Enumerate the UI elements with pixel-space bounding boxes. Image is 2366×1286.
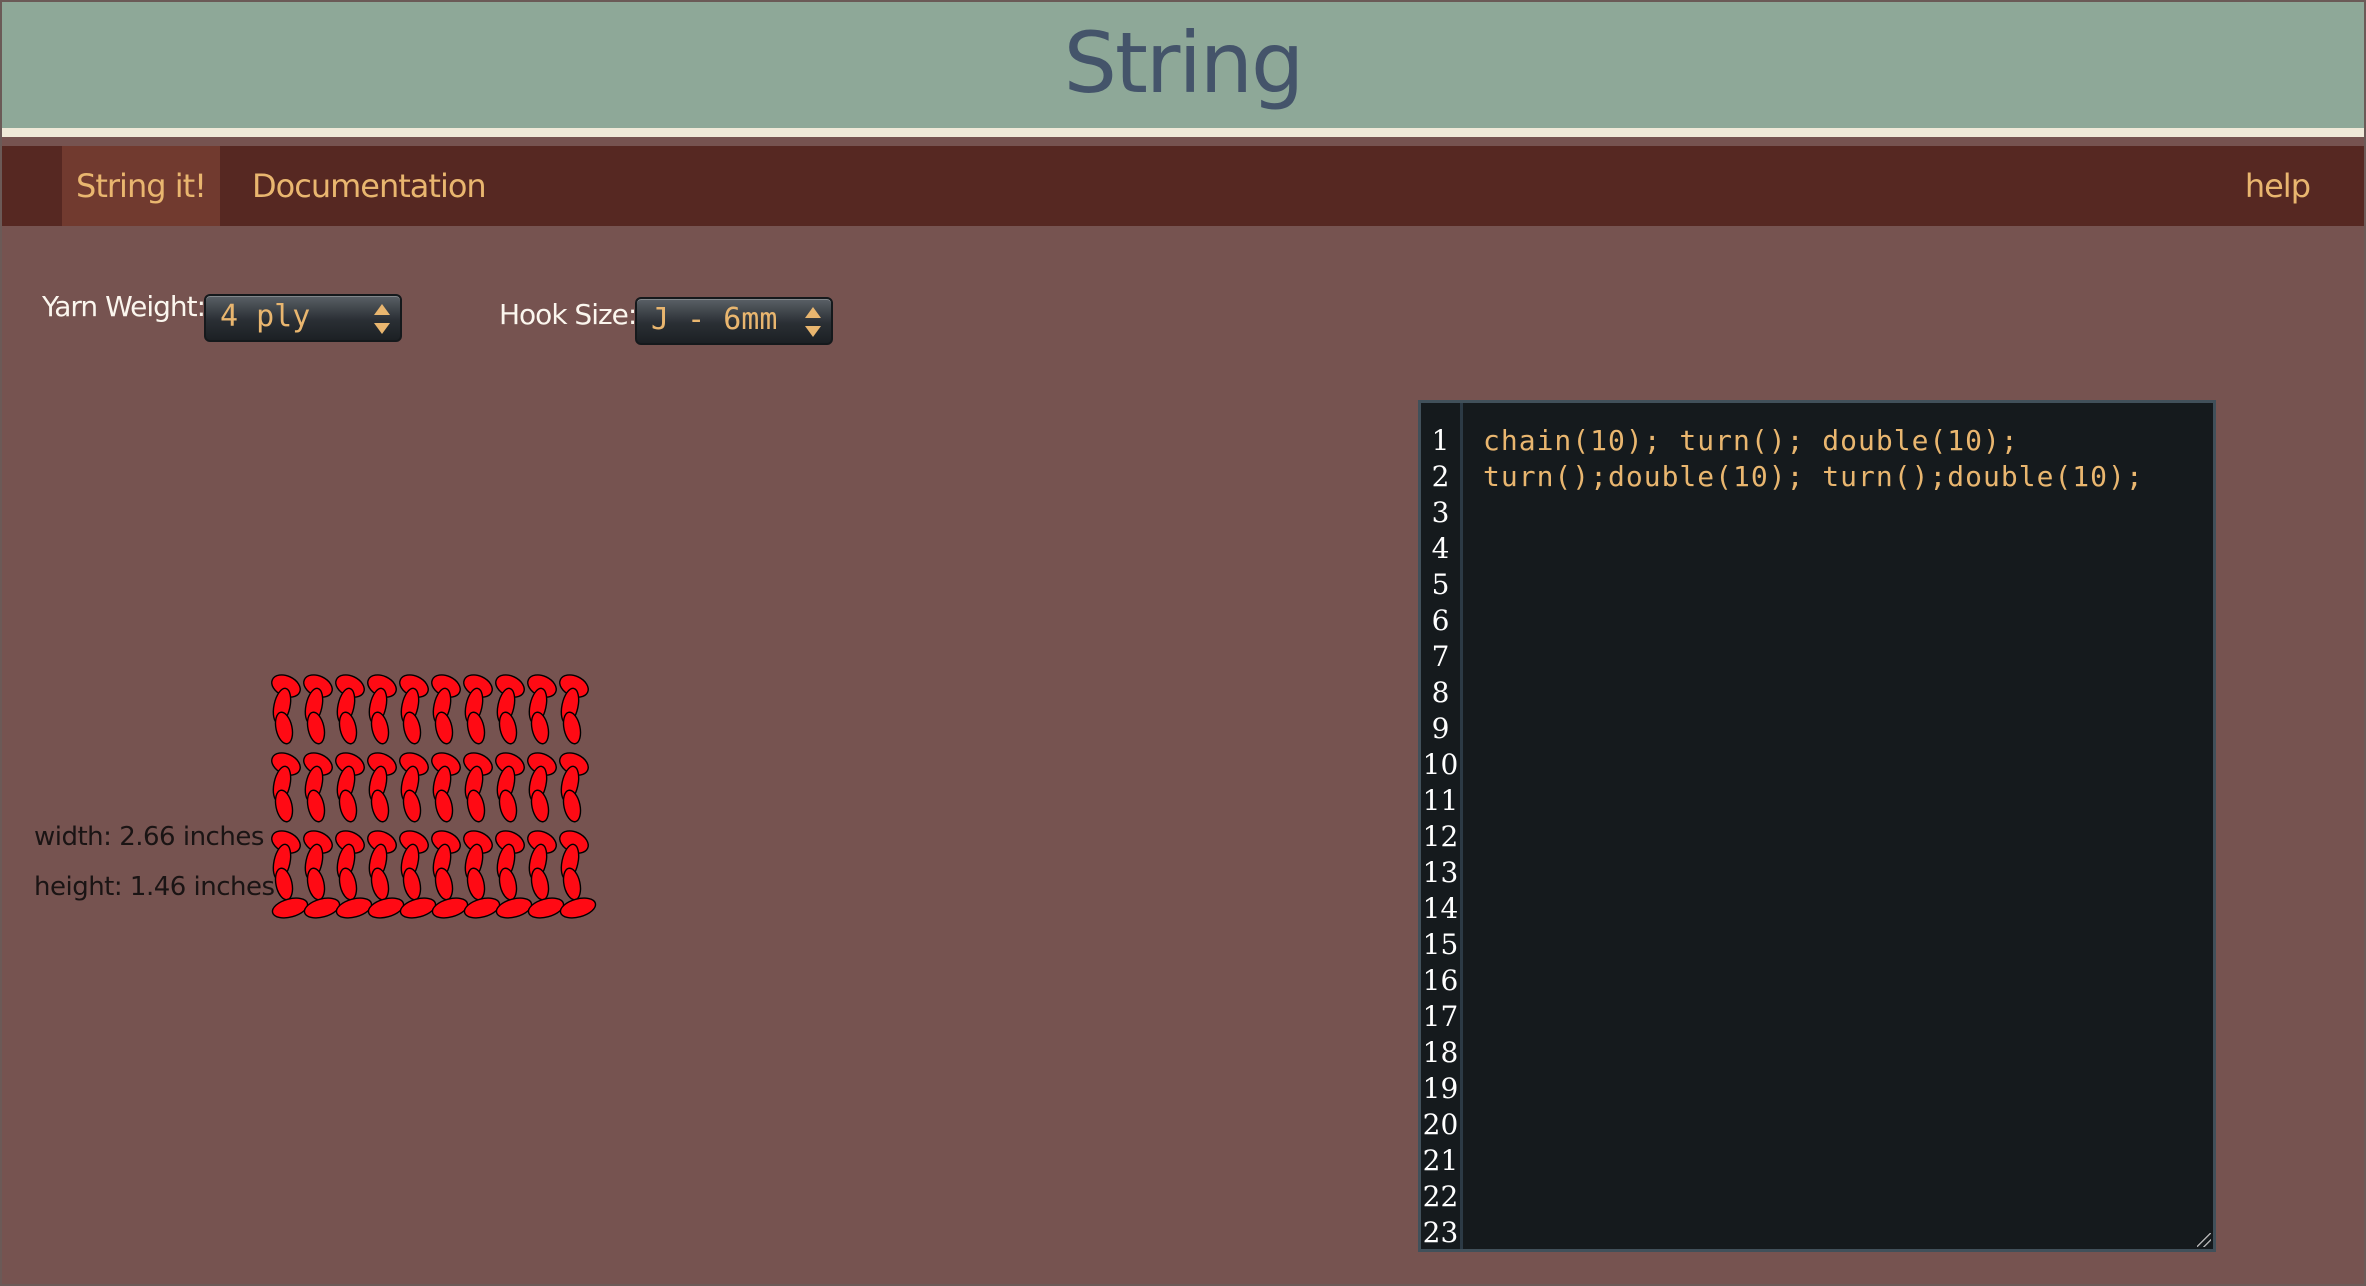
stitch-post xyxy=(402,789,422,823)
stitch-post xyxy=(530,789,550,823)
line-number: 23 xyxy=(1422,1216,1459,1249)
code-line: chain(10); turn(); double(10); xyxy=(1483,424,2019,457)
stitch-post xyxy=(338,867,358,901)
stitch-post xyxy=(370,711,390,745)
hook-size-select[interactable]: J - 6mm xyxy=(635,297,833,345)
header-bar: String xyxy=(2,2,2364,137)
line-number: 8 xyxy=(1431,676,1450,709)
stitch-post xyxy=(434,867,454,901)
line-number: 10 xyxy=(1422,748,1459,781)
nav-string-it[interactable]: String it! xyxy=(62,146,220,226)
chain-stitch xyxy=(271,897,309,919)
app-window: String String it! Documentation help Yar… xyxy=(0,0,2366,1286)
chain-stitch xyxy=(367,897,405,919)
line-number: 17 xyxy=(1422,1000,1459,1033)
code-line: turn();double(10); turn();double(10); xyxy=(1483,460,2144,493)
stitch-post xyxy=(402,867,422,901)
stitch-post xyxy=(306,789,326,823)
stitch-post xyxy=(466,867,486,901)
line-number: 2 xyxy=(1431,460,1450,493)
nav-documentation[interactable]: Documentation xyxy=(252,146,487,226)
chain-stitch xyxy=(527,897,565,919)
select-arrows-icon xyxy=(374,304,390,334)
stitch-post xyxy=(530,867,550,901)
yarn-weight-value: 4 ply xyxy=(220,299,311,334)
stitch-post xyxy=(306,867,326,901)
line-number-gutter: 1 2 3 4 5 6 7 8 9 10 11 12 13 14 15 16 17 18 19 20 21 22 23 xyxy=(1421,403,1463,1249)
stitch-post xyxy=(466,789,486,823)
stitch-post xyxy=(370,789,390,823)
line-number: 6 xyxy=(1431,604,1450,637)
code-editor[interactable]: 1 2 3 4 5 6 7 8 9 10 11 12 13 14 15 16 17 18 19 20 21 22 23 ch… xyxy=(1418,400,2216,1252)
line-number: 18 xyxy=(1422,1036,1459,1069)
stitch-post xyxy=(338,789,358,823)
line-number: 1 xyxy=(1431,424,1450,457)
stitch-post xyxy=(402,711,422,745)
yarn-weight-select[interactable]: 4 ply xyxy=(204,294,402,342)
line-number: 13 xyxy=(1422,856,1459,889)
stitch-post xyxy=(498,789,518,823)
line-number: 12 xyxy=(1422,820,1459,853)
stitch-post xyxy=(466,711,486,745)
chain-stitch xyxy=(559,897,597,919)
crochet-swatch xyxy=(271,674,597,919)
chain-stitch xyxy=(399,897,437,919)
stitch-post xyxy=(274,711,294,745)
line-number: 4 xyxy=(1431,532,1450,565)
swatch-height-text: height: 1.46 inches xyxy=(34,872,275,902)
nav-help[interactable]: help xyxy=(2245,146,2311,226)
stitch-post xyxy=(274,867,294,901)
line-number: 20 xyxy=(1422,1108,1459,1141)
line-number: 21 xyxy=(1422,1144,1459,1177)
stitch-post xyxy=(370,867,390,901)
stitch-post xyxy=(434,711,454,745)
line-number: 14 xyxy=(1422,892,1459,925)
chain-stitch xyxy=(303,897,341,919)
swatch-width-text: width: 2.66 inches xyxy=(34,822,264,852)
stitch-post xyxy=(306,711,326,745)
line-number: 5 xyxy=(1431,568,1450,601)
chain-stitch xyxy=(431,897,469,919)
chain-stitch xyxy=(463,897,501,919)
line-number: 11 xyxy=(1422,784,1459,817)
line-number: 15 xyxy=(1422,928,1459,961)
yarn-weight-label: Yarn Weight: xyxy=(42,290,206,323)
code-text-area[interactable]: chain(10); turn(); double(10); turn();dou… xyxy=(1483,423,2203,495)
stitch-post xyxy=(498,711,518,745)
stitch-post xyxy=(562,789,582,823)
line-number: 22 xyxy=(1422,1180,1459,1213)
stitch-post xyxy=(562,867,582,901)
hook-size-label: Hook Size: xyxy=(499,298,637,331)
chain-stitch xyxy=(495,897,533,919)
line-number: 19 xyxy=(1422,1072,1459,1105)
line-number: 3 xyxy=(1431,496,1450,529)
stitch-post xyxy=(338,711,358,745)
resize-grip-icon[interactable] xyxy=(2197,1233,2211,1247)
chain-stitch xyxy=(335,897,373,919)
stitch-post xyxy=(498,867,518,901)
line-number: 9 xyxy=(1431,712,1450,745)
line-number: 7 xyxy=(1431,640,1450,673)
app-title: String xyxy=(1063,14,1305,112)
stitch-post xyxy=(530,711,550,745)
nav-bar: String it! Documentation help xyxy=(2,146,2364,226)
select-arrows-icon xyxy=(805,307,821,337)
stitch-post xyxy=(562,711,582,745)
line-number: 16 xyxy=(1422,964,1459,997)
hook-size-value: J - 6mm xyxy=(651,302,778,337)
stitch-post xyxy=(274,789,294,823)
stitch-post xyxy=(434,789,454,823)
